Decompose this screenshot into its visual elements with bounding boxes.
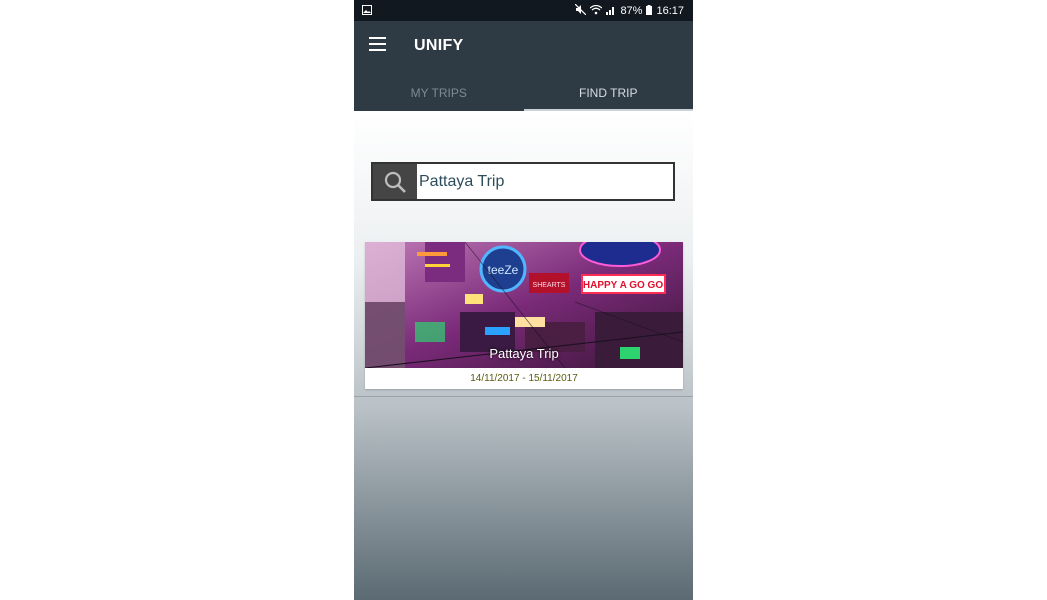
trip-title: Pattaya Trip: [489, 346, 559, 361]
hamburger-menu-icon[interactable]: [369, 37, 386, 51]
svg-text:teeZe: teeZe: [488, 263, 519, 277]
search-icon[interactable]: [373, 164, 417, 199]
trip-dates: 14/11/2017 - 15/11/2017: [470, 373, 578, 384]
main-content: teeZe SHEARTS HAPPY A GO GO: [354, 111, 693, 600]
tab-bar: MY TRIPS FIND TRIP: [354, 73, 693, 111]
search-input[interactable]: [417, 164, 673, 199]
neon-sign-text: HAPPY A GO GO: [583, 280, 663, 291]
search-bar: [371, 162, 675, 201]
mute-icon: [575, 3, 587, 18]
app-title: UNIFY: [414, 37, 464, 54]
battery-icon: [646, 4, 653, 18]
svg-text:SHEARTS: SHEARTS: [533, 282, 566, 289]
signal-icon: [606, 5, 616, 18]
battery-percent: 87%: [620, 5, 643, 17]
image-notification-icon: [362, 5, 372, 18]
app-bar: UNIFY: [354, 21, 693, 73]
wifi-icon: [590, 4, 603, 18]
status-bar: 87% 16:17: [354, 0, 693, 21]
tab-my-trips[interactable]: MY TRIPS: [354, 73, 524, 111]
divider: [354, 396, 693, 397]
phone-screen: 87% 16:17 UNIFY MY TRIPS FIND TRIP Patta…: [354, 0, 693, 600]
tab-find-trip[interactable]: FIND TRIP: [523, 73, 693, 111]
clock: 16:17: [656, 5, 684, 17]
trip-card[interactable]: teeZe SHEARTS HAPPY A GO GO Pattaya Trip…: [365, 242, 683, 389]
